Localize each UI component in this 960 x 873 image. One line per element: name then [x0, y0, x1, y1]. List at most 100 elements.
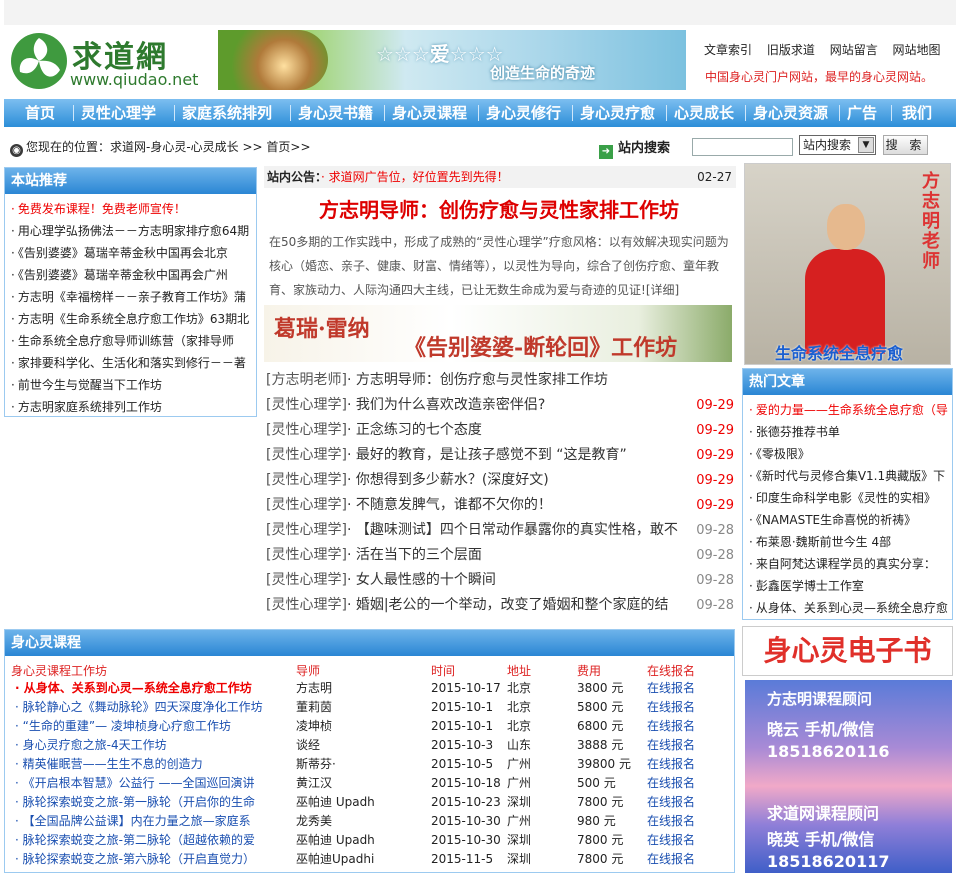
course-signup-link[interactable]: 在线报名	[647, 736, 727, 755]
article-category[interactable]: [灵性心理学]	[266, 497, 347, 513]
workshop-ad-banner[interactable]: 葛瑞·雷纳 《告别婆婆-断轮回》工作坊	[264, 305, 732, 362]
site-logo[interactable]: 求道網 www.qiudao.net	[10, 30, 210, 92]
course-fee: 6800 元	[577, 719, 624, 733]
article-title[interactable]: · 最好的教育，是让孩子感觉不到 “这是教育”	[347, 447, 627, 463]
course-signup-link[interactable]: 在线报名	[647, 793, 727, 812]
recommend-item[interactable]: 方志明《幸福榜样－－亲子教育工作坊》蒲	[11, 286, 256, 308]
hot-item[interactable]: 彭鑫医学博士工作室	[749, 575, 952, 597]
search-scope-select[interactable]: 站内搜索 ▼	[799, 135, 876, 155]
course-signup-link[interactable]: 在线报名	[647, 812, 727, 831]
headline-title[interactable]: 方志明导师：创伤疗愈与灵性家排工作坊	[264, 194, 734, 223]
article-row: [灵性心理学]· 最好的教育，是让孩子感觉不到 “这是教育” 09-29	[266, 443, 736, 468]
article-title[interactable]: · 婚姻|老公的一个举动，改变了婚姻和整个家庭的结	[347, 597, 669, 613]
article-title[interactable]: · 活在当下的三个层面	[347, 547, 482, 563]
course-name[interactable]: · 脉轮探索蜕变之旅-第六脉轮（开启直觉力）	[15, 850, 291, 869]
course-signup-link[interactable]: 在线报名	[647, 831, 727, 850]
nav-ads[interactable]: 广告	[847, 99, 877, 127]
hot-item[interactable]: 《新时代与灵修合集V1.1典藏版》下	[749, 465, 952, 487]
course-name[interactable]: · 《开启根本智慧》公益行 ——全国巡回演讲	[15, 774, 291, 793]
article-category[interactable]: [灵性心理学]	[266, 397, 347, 413]
article-category[interactable]: [灵性心理学]	[266, 547, 347, 563]
article-category[interactable]: [灵性心理学]	[266, 472, 347, 488]
nav-growth[interactable]: 心灵成长	[674, 99, 734, 127]
course-signup-link[interactable]: 在线报名	[647, 717, 727, 736]
nav-practice[interactable]: 身心灵修行	[486, 99, 561, 127]
course-signup-link[interactable]: 在线报名	[647, 755, 727, 774]
course-name[interactable]: · 从身体、关系到心灵—系统全息疗愈工作坊	[15, 679, 291, 698]
teacher-photo[interactable]: 方志明老师 生命系统全息疗愈	[744, 163, 951, 365]
recommend-item[interactable]: 《告别婆婆》葛瑞辛蒂金秋中国再会广州	[11, 264, 256, 286]
article-category[interactable]: [灵性心理学]	[266, 522, 347, 538]
article-title[interactable]: · 不随意发脾气，谁都不欠你的！	[347, 497, 552, 513]
top-link-index[interactable]: 文章索引	[704, 43, 752, 57]
course-city: 深圳	[507, 795, 532, 809]
notice-text[interactable]: · 求道网广告位，好位置先到先得！	[321, 170, 509, 184]
recommend-item[interactable]: 用心理学弘扬佛法－－方志明家排疗愈64期	[11, 220, 256, 242]
article-category[interactable]: [灵性心理学]	[266, 572, 347, 588]
hot-item[interactable]: 《NAMASTE生命喜悦的祈祷》	[749, 509, 952, 531]
course-name[interactable]: · 【全国品牌公益课】内在力量之旅—家庭系	[15, 812, 291, 831]
article-title[interactable]: · 你想得到多少薪水？(深度好文)	[347, 472, 549, 488]
course-name[interactable]: · 脉轮静心之《舞动脉轮》四天深度净化工作坊	[15, 698, 291, 717]
article-category[interactable]: [灵性心理学]	[266, 447, 347, 463]
banner-stars: ☆☆☆爱☆☆☆	[376, 42, 504, 66]
article-title[interactable]: · 女人最性感的十个瞬间	[347, 572, 496, 588]
nav-family-constellation[interactable]: 家庭系统排列	[182, 99, 272, 127]
recommend-item[interactable]: 前世今生与觉醒当下工作坊	[11, 374, 256, 396]
course-signup-link[interactable]: 在线报名	[647, 698, 727, 717]
hot-item[interactable]: 《零极限》	[749, 443, 952, 465]
recommend-item[interactable]: 免费发布课程！免费老师宣传！	[11, 198, 256, 220]
course-name[interactable]: · “生命的重建”— 凌坤桢身心疗愈工作坊	[15, 717, 291, 736]
nav-courses[interactable]: 身心灵课程	[392, 99, 467, 127]
nav-resources[interactable]: 身心灵资源	[753, 99, 828, 127]
course-signup-link[interactable]: 在线报名	[647, 679, 727, 698]
hot-item[interactable]: 印度生命科学电影《灵性的实相》	[749, 487, 952, 509]
article-category[interactable]: [灵性心理学]	[266, 597, 347, 613]
advisor-contact-banner[interactable]: 方志明课程顾问 晓云 手机/微信 18518620116 求道网课程顾问 晓英 …	[745, 680, 952, 873]
recommend-item[interactable]: 生命系统全息疗愈导师训练营（家排导师	[11, 330, 256, 352]
nav-home[interactable]: 首页	[25, 99, 55, 127]
ebook-banner[interactable]: 身心灵电子书	[742, 626, 953, 676]
course-name[interactable]: · 身心灵疗愈之旅-4天工作坊	[15, 736, 291, 755]
article-title[interactable]: · 正念练习的七个态度	[347, 422, 482, 438]
course-signup-link[interactable]: 在线报名	[647, 774, 727, 793]
hot-item[interactable]: 爱的力量——生命系统全息疗愈（导	[749, 399, 952, 421]
hot-articles-panel: 热门文章 爱的力量——生命系统全息疗愈（导张德芬推荐书单《零极限》《新时代与灵修…	[742, 368, 953, 620]
hot-item[interactable]: 来自阿梵达课程学员的真实分享：	[749, 553, 952, 575]
course-name[interactable]: · 精英催眠营——生生不息的创造力	[15, 755, 291, 774]
article-category[interactable]: [灵性心理学]	[266, 422, 347, 438]
site-tagline: 中国身心灵门户网站，最早的身心灵网站。	[705, 70, 934, 84]
recommend-item[interactable]: 《告别婆婆》葛瑞辛蒂金秋中国再会北京	[11, 242, 256, 264]
course-signup-link[interactable]: 在线报名	[647, 850, 727, 869]
breadcrumb-text[interactable]: 您现在的位置：求道网-身心灵-心灵成长 >> 首页>>	[26, 140, 311, 154]
article-title[interactable]: · 【趣味测试】四个日常动作暴露你的真实性格，敢不	[347, 522, 678, 538]
top-link-sitemap[interactable]: 网站地图	[893, 43, 941, 57]
hot-item[interactable]: 张德芬推荐书单	[749, 421, 952, 443]
recommend-item[interactable]: 家排要科学化、生活化和落实到修行－－著	[11, 352, 256, 374]
article-title[interactable]: · 我们为什么喜欢改造亲密伴侣?	[347, 397, 545, 413]
article-row: [灵性心理学]· 【趣味测试】四个日常动作暴露你的真实性格，敢不 09-28	[266, 518, 736, 543]
course-fee: 500 元	[577, 776, 616, 790]
top-link-message[interactable]: 网站留言	[830, 43, 878, 57]
hot-item[interactable]: 布莱恩·魏斯前世今生 4部	[749, 531, 952, 553]
course-fee: 3800 元	[577, 681, 624, 695]
recommend-item[interactable]: 方志明家庭系统排列工作坊	[11, 396, 256, 418]
nav-spiritual-psychology[interactable]: 灵性心理学	[81, 99, 156, 127]
ad-line-2: 《告别婆婆-断轮回》工作坊	[404, 335, 678, 361]
article-list: [方志明老师]· 方志明导师：创伤疗愈与灵性家排工作坊 [灵性心理学]· 我们为什…	[266, 368, 736, 618]
hot-item[interactable]: 从身体、关系到心灵—系统全息疗愈	[749, 597, 952, 619]
article-category[interactable]: [方志明老师]	[266, 372, 347, 388]
top-link-old[interactable]: 旧版求道	[767, 43, 815, 57]
course-name[interactable]: · 脉轮探索蜕变之旅-第二脉轮（超越依赖的爱	[15, 831, 291, 850]
course-date: 2015-10-18	[431, 776, 501, 790]
search-input[interactable]	[692, 138, 793, 156]
nav-healing[interactable]: 身心灵疗愈	[580, 99, 655, 127]
header-banner[interactable]: ☆☆☆爱☆☆☆ 创造生命的奇迹	[218, 30, 686, 90]
nav-divider	[73, 105, 74, 121]
course-name[interactable]: · 脉轮探索蜕变之旅-第一脉轮（开启你的生命	[15, 793, 291, 812]
nav-books[interactable]: 身心灵书籍	[298, 99, 373, 127]
recommend-item[interactable]: 方志明《生命系统全息疗愈工作坊》63期北	[11, 308, 256, 330]
search-button[interactable]: 搜 索	[883, 135, 928, 155]
article-title[interactable]: · 方志明导师：创伤疗愈与灵性家排工作坊	[347, 372, 608, 388]
nav-about[interactable]: 我们	[902, 99, 932, 127]
